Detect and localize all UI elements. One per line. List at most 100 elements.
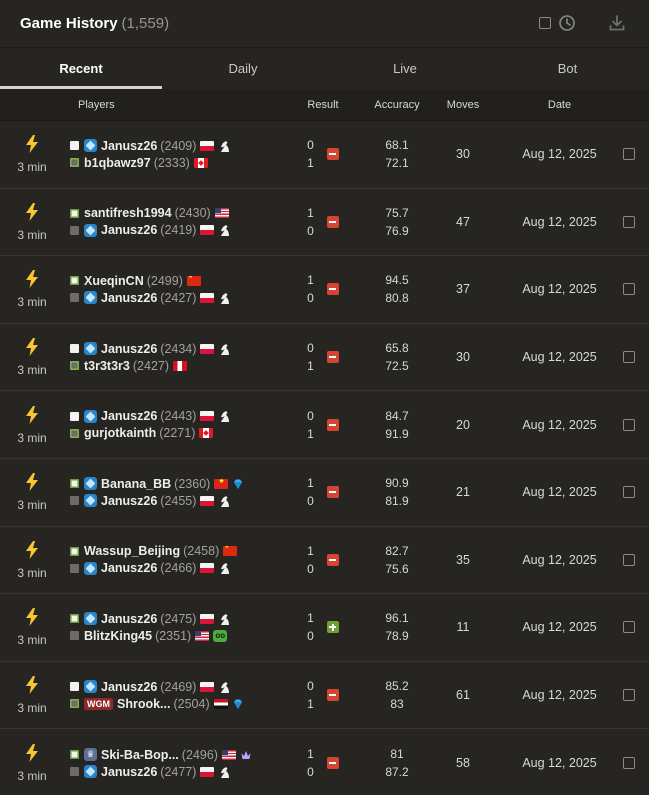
player-name[interactable]: Janusz26 <box>101 494 157 508</box>
player-name[interactable]: Wassup_Beijing <box>84 544 180 558</box>
player-black: Janusz26 (2466) <box>70 561 292 575</box>
accuracy-black: 83 <box>390 697 404 712</box>
accuracy-cell[interactable]: 65.8 72.5 <box>348 341 436 373</box>
player-rating: (2458) <box>183 544 220 559</box>
player-name[interactable]: Janusz26 <box>101 291 157 305</box>
accuracy-cell[interactable]: 82.7 75.6 <box>348 544 436 576</box>
game-date: Aug 12, 2025 <box>522 350 597 365</box>
score-white: 1 <box>307 543 314 558</box>
accuracy-cell[interactable]: 96.1 78.9 <box>348 611 436 643</box>
row-select-checkbox[interactable] <box>623 418 635 431</box>
accuracy-cell[interactable]: 94.5 80.8 <box>348 273 436 305</box>
result-cell: 10 <box>292 273 348 305</box>
flag-icon <box>200 292 215 303</box>
player-name[interactable]: Janusz26 <box>101 342 157 356</box>
diamond-membership-icon <box>84 291 97 305</box>
game-row[interactable]: 3 min Janusz26 (2443) gurjotkainth (2271) 0 1 8… <box>0 391 649 459</box>
row-select-checkbox[interactable] <box>623 621 635 634</box>
game-date: Aug 12, 2025 <box>522 688 597 703</box>
game-row[interactable]: 3 min ♛ Ski-Ba-Bop... (2496) Janusz26 (2477) 1… <box>0 729 649 795</box>
time-control: 3 min <box>0 269 68 309</box>
white-pieces-indicator <box>70 614 79 624</box>
game-row[interactable]: 3 min Janusz26 (2434) t3r3t3r3 (2427) 0 1 65.8 7… <box>0 323 649 392</box>
accuracy-black: 76.9 <box>385 223 409 238</box>
moves-count: 35 <box>456 552 470 567</box>
game-date: Aug 12, 2025 <box>522 147 597 162</box>
accuracy-cell[interactable]: 81 87.2 <box>348 747 436 779</box>
player-name[interactable]: Janusz26 <box>101 223 157 237</box>
game-row[interactable]: 3 min santifresh1994 (2430) Janusz26 (2419) 1… <box>0 188 649 257</box>
tab-live[interactable]: Live <box>324 48 486 89</box>
player-name[interactable]: Ski-Ba-Bop... <box>101 748 179 762</box>
player-name[interactable]: Janusz26 <box>101 765 157 779</box>
game-row[interactable]: 3 minWassup_Beijing(2458)Janusz26(2466)1… <box>0 526 649 595</box>
white-pieces-indicator <box>70 682 79 692</box>
player-name[interactable]: Janusz26 <box>101 561 157 575</box>
time-control: 3 min <box>0 202 68 242</box>
player-name[interactable]: Shrook... <box>117 697 170 711</box>
player-name[interactable]: b1qbawz97 <box>84 156 151 170</box>
column-headers: Players Result Accuracy Moves Date <box>0 89 649 121</box>
col-moves: Moves <box>446 98 480 111</box>
accuracy-cell[interactable]: 85.2 83 <box>348 679 436 711</box>
clock-icon[interactable] <box>557 13 577 33</box>
accuracy-cell[interactable]: 84.7 91.9 <box>348 409 436 441</box>
diamond-membership-icon <box>84 612 97 626</box>
moves-count: 37 <box>456 282 470 297</box>
accuracy-cell[interactable]: 75.7 76.9 <box>348 206 436 238</box>
tab-bot[interactable]: Bot <box>486 48 649 89</box>
game-row[interactable]: 3 minBanana_BB(2360)Janusz26(2455)1090.9… <box>0 458 649 527</box>
score-black: 0 <box>307 765 314 780</box>
result-cell: 10 <box>292 476 348 508</box>
row-select-checkbox[interactable] <box>623 486 635 499</box>
player-black: BlitzKing45 (2351) oo <box>70 629 292 643</box>
flag-icon <box>193 157 208 168</box>
bolt-icon <box>23 472 41 495</box>
player-rating: (2469) <box>160 679 197 694</box>
game-row[interactable]: 3 minXueqinCN(2499)Janusz26(2427)1094.58… <box>0 256 649 324</box>
players-cell: santifresh1994 (2430) Janusz26 (2419) <box>68 206 292 237</box>
gem-icon <box>232 698 244 710</box>
result-cell: 10 <box>292 206 348 238</box>
player-name[interactable]: Banana_BB <box>101 477 171 491</box>
player-name[interactable]: Janusz26 <box>101 409 157 423</box>
row-select-checkbox[interactable] <box>623 757 635 770</box>
player-name[interactable]: BlitzKing45 <box>84 629 152 643</box>
black-pieces-indicator <box>70 767 79 777</box>
row-select-checkbox[interactable] <box>623 148 635 161</box>
select-all-checkbox[interactable] <box>539 17 551 29</box>
row-select-checkbox[interactable] <box>623 215 635 228</box>
player-name[interactable]: gurjotkainth <box>84 426 156 440</box>
moves-count: 21 <box>456 485 470 500</box>
player-name[interactable]: t3r3t3r3 <box>84 359 130 373</box>
accuracy-white: 68.1 <box>385 138 409 153</box>
game-row[interactable]: 3 min Janusz26 (2469) WGM Shrook... (2504) 0 1 8… <box>0 661 649 730</box>
player-name[interactable]: Janusz26 <box>101 139 157 153</box>
player-name[interactable]: XueqinCN <box>84 274 144 288</box>
accuracy-cell[interactable]: 68.1 72.1 <box>348 138 436 170</box>
players-cell: Janusz26 (2469) WGM Shrook... (2504) <box>68 680 292 711</box>
knight-icon <box>218 139 232 153</box>
tab-daily[interactable]: Daily <box>162 48 324 89</box>
player-name[interactable]: Janusz26 <box>101 612 157 626</box>
player-name[interactable]: Janusz26 <box>101 680 157 694</box>
score-white: 1 <box>307 611 314 626</box>
players-cell: Janusz26 (2409) b1qbawz97 (2333) <box>68 139 292 170</box>
accuracy-white: 84.7 <box>385 408 409 423</box>
player-white: Banana_BB (2360) <box>70 477 292 491</box>
accuracy-white: 75.7 <box>385 205 409 220</box>
score-black: 1 <box>307 697 314 712</box>
row-select-checkbox[interactable] <box>623 689 635 702</box>
player-name[interactable]: santifresh1994 <box>84 206 172 220</box>
gem-icon <box>232 478 244 490</box>
game-row[interactable]: 3 min Janusz26 (2475) BlitzKing45 (2351) oo 1 0… <box>0 594 649 662</box>
tab-recent[interactable]: Recent <box>0 48 162 89</box>
download-icon[interactable] <box>607 13 627 33</box>
accuracy-cell[interactable]: 90.9 81.9 <box>348 476 436 508</box>
row-select-checkbox[interactable] <box>623 351 635 364</box>
black-pieces-indicator <box>70 496 79 506</box>
flag-icon <box>200 681 215 692</box>
game-row[interactable]: 3 min Janusz26 (2409) b1qbawz97 (2333) 0 1 68.1… <box>0 121 649 189</box>
row-select-checkbox[interactable] <box>623 553 635 566</box>
row-select-checkbox[interactable] <box>623 283 635 296</box>
